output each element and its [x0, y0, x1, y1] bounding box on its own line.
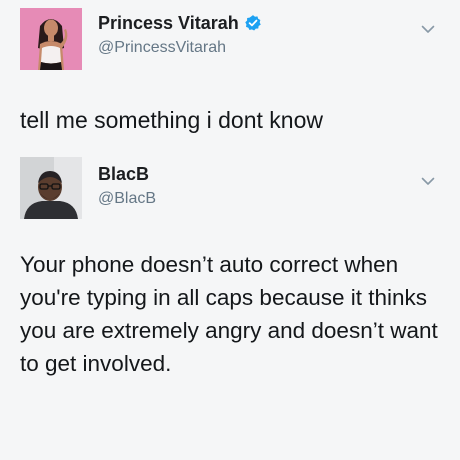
avatar-photo-icon — [20, 8, 82, 70]
avatar[interactable] — [20, 8, 82, 70]
author-row: BlacB — [98, 163, 149, 185]
tweet-text: tell me something i dont know — [20, 107, 323, 133]
avatar[interactable] — [20, 157, 82, 219]
verified-badge-icon — [244, 14, 262, 32]
user-handle[interactable]: @BlacB — [98, 189, 156, 209]
chevron-down-icon[interactable] — [420, 173, 436, 189]
tweet-screenshot: Princess Vitarah @PrincessVitarah tell m… — [0, 0, 460, 460]
display-name[interactable]: Princess Vitarah — [98, 12, 239, 34]
display-name[interactable]: BlacB — [98, 163, 149, 185]
user-handle[interactable]: @PrincessVitarah — [98, 38, 226, 58]
chevron-down-icon[interactable] — [420, 21, 436, 37]
tweet-princess-vitarah[interactable]: Princess Vitarah @PrincessVitarah tell m… — [0, 0, 460, 150]
tweet-text: Your phone doesn’t auto correct when you… — [20, 252, 438, 376]
avatar-photo-icon — [20, 157, 82, 219]
author-row: Princess Vitarah — [98, 12, 262, 34]
tweet-blacb[interactable]: BlacB @BlacB Your phone doesn’t auto cor… — [0, 150, 460, 460]
